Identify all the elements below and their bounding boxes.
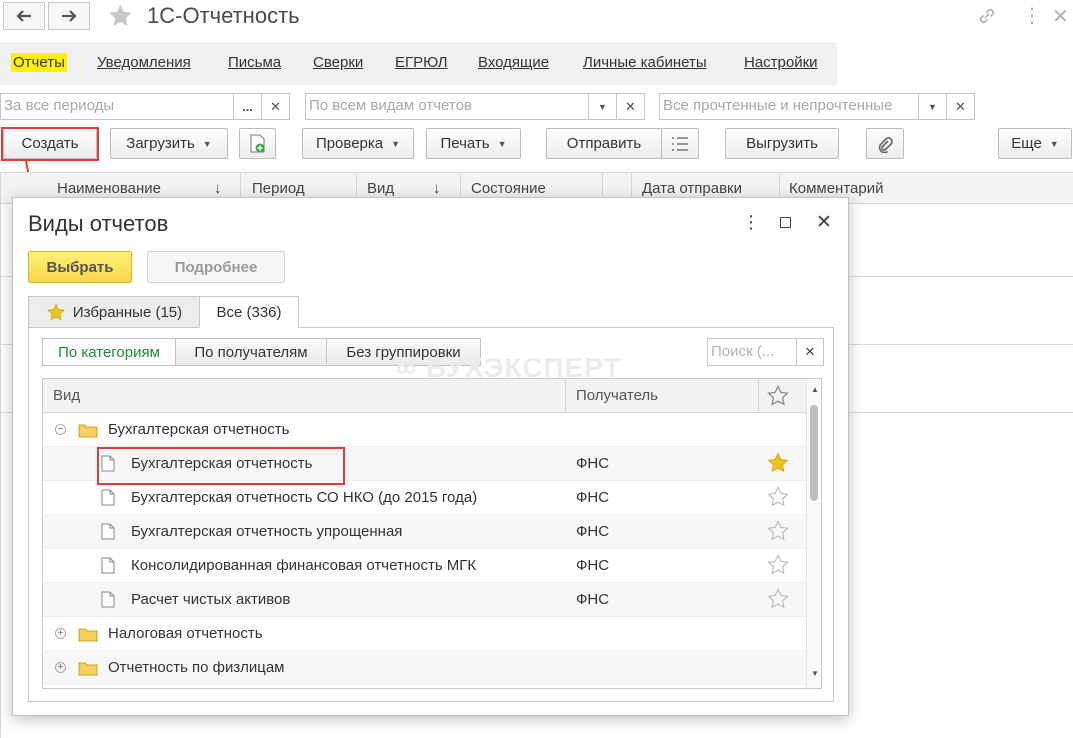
col-state[interactable]: Состояние — [471, 180, 546, 197]
favorite-star-outline-icon[interactable] — [767, 520, 789, 542]
favorite-star-filled-icon[interactable] — [767, 452, 789, 474]
item-name: Бухгалтерская отчетность упрощенная — [131, 523, 403, 540]
scroll-down-icon[interactable]: ▼ — [811, 669, 819, 678]
document-icon — [101, 557, 115, 574]
group-name: Бухгалтерская отчетность — [108, 421, 290, 438]
scroll-up-icon[interactable]: ▲ — [811, 385, 819, 394]
clear-icon: ✕ — [804, 344, 816, 359]
favorite-column-star-icon[interactable] — [767, 385, 789, 407]
col-kind-header[interactable]: Вид — [53, 387, 80, 404]
folder-icon — [78, 628, 98, 642]
col-sent-date[interactable]: Дата отправки — [642, 180, 742, 197]
document-icon — [101, 489, 115, 506]
item-recipient: ФНС — [576, 591, 610, 608]
col-kind[interactable]: Вид — [367, 180, 394, 197]
report-kinds-grid: Вид Получатель − Бухгалтерская отчетност… — [42, 378, 822, 689]
search-clear-button[interactable]: ✕ — [796, 339, 823, 365]
expand-icon[interactable]: + — [55, 628, 66, 639]
list-item[interactable]: Расчет чистых активов ФНС — [43, 583, 806, 617]
item-recipient: ФНС — [576, 455, 610, 472]
group-by-category[interactable]: По категориям — [42, 338, 176, 366]
group-name: Отчетность по физлицам — [108, 659, 285, 676]
list-item[interactable]: Бухгалтерская отчетность упрощенная ФНС — [43, 515, 806, 549]
selected-item-highlight-frame — [97, 447, 345, 485]
scroll-thumb[interactable] — [810, 405, 818, 501]
details-button[interactable]: Подробнее — [147, 251, 285, 283]
expand-icon[interactable]: + — [55, 662, 66, 673]
favorite-star-outline-icon[interactable] — [767, 554, 789, 576]
col-comment[interactable]: Комментарий — [789, 180, 883, 197]
select-button[interactable]: Выбрать — [28, 251, 132, 283]
tab-all[interactable]: Все (336) — [199, 296, 299, 328]
item-recipient: ФНС — [576, 489, 610, 506]
favorite-star-outline-icon[interactable] — [767, 588, 789, 610]
item-name: Расчет чистых активов — [131, 591, 291, 608]
folder-icon — [78, 662, 98, 676]
table-left-border — [0, 172, 1, 738]
collapse-icon[interactable]: − — [55, 424, 66, 435]
group-name: Налоговая отчетность — [108, 625, 263, 642]
tab-favorites-label: Избранные (15) — [72, 304, 183, 321]
col-period[interactable]: Период — [252, 180, 305, 197]
tab-favorites[interactable]: Избранные (15) — [28, 296, 200, 328]
search-placeholder: Поиск (... — [711, 343, 775, 360]
list-item[interactable]: Консолидированная финансовая отчетность … — [43, 549, 806, 583]
close-icon[interactable]: ✕ — [816, 211, 832, 234]
group-by-recipient[interactable]: По получателям — [175, 338, 327, 366]
group-row[interactable]: + Отчетность по физлицам — [43, 651, 806, 685]
favorite-star-outline-icon[interactable] — [767, 486, 789, 508]
sort-down-icon: ↓ — [433, 180, 441, 197]
group-row[interactable]: − Бухгалтерская отчетность — [43, 413, 806, 447]
list-item[interactable]: Бухгалтерская отчетность СО НКО (до 2015… — [43, 481, 806, 515]
document-icon — [101, 523, 115, 540]
maximize-icon[interactable] — [780, 217, 791, 228]
folder-icon — [78, 424, 98, 438]
col-name[interactable]: Наименование — [57, 180, 161, 197]
star-icon — [46, 303, 65, 321]
item-name: Бухгалтерская отчетность СО НКО (до 2015… — [131, 489, 478, 506]
search-field[interactable]: Поиск (... ✕ — [707, 338, 824, 366]
tab-all-label: Все (336) — [216, 303, 282, 321]
item-name: Консолидированная финансовая отчетность … — [131, 557, 477, 574]
col-recipient-header[interactable]: Получатель — [576, 387, 658, 404]
item-recipient: ФНС — [576, 523, 610, 540]
dialog-title: Виды отчетов — [28, 211, 169, 236]
more-vertical-icon[interactable]: ⋮ — [742, 212, 760, 233]
sort-down-icon: ↓ — [214, 180, 222, 197]
report-kinds-dialog: Виды отчетов ⋮ ✕ Выбрать Подробнее Избра… — [12, 197, 849, 716]
document-icon — [101, 591, 115, 608]
group-row[interactable]: + Налоговая отчетность — [43, 617, 806, 651]
grid-header: Вид Получатель — [43, 379, 806, 413]
item-recipient: ФНС — [576, 557, 610, 574]
vertical-scrollbar[interactable]: ▲ ▼ — [806, 379, 821, 688]
